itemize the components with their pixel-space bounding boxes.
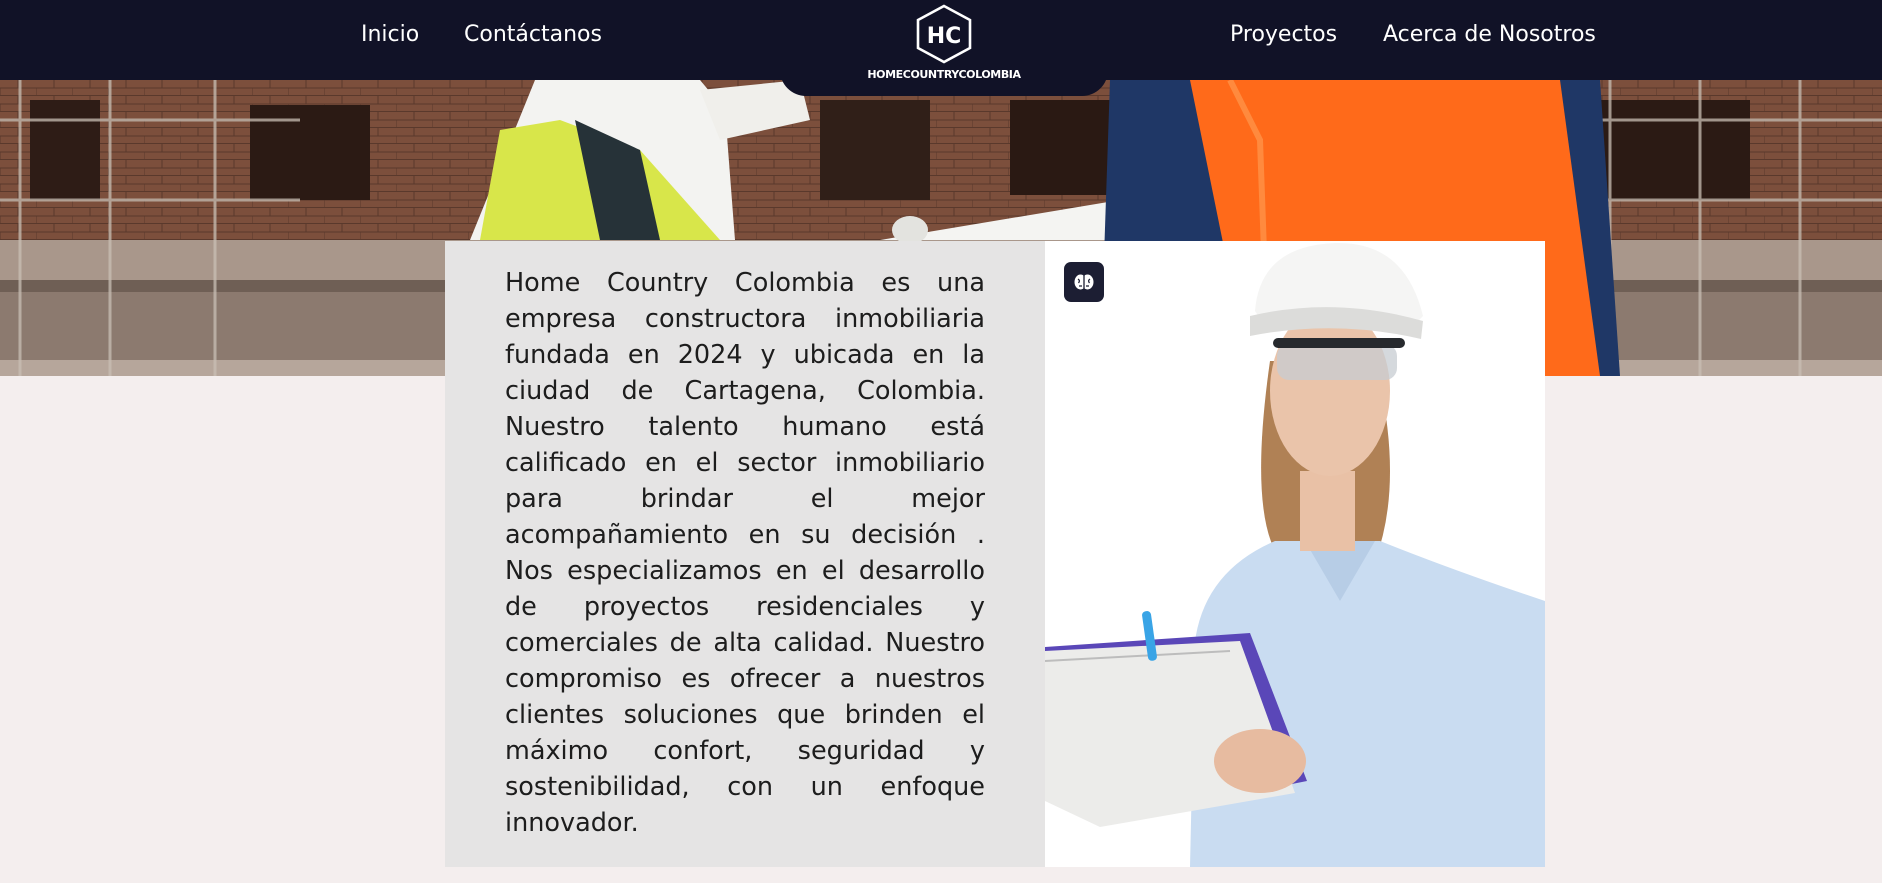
engineer-image-panel <box>1045 241 1545 867</box>
hexagon-logo-icon: HC <box>916 4 972 64</box>
nav-link-inicio[interactable]: Inicio <box>361 18 419 52</box>
logo-wordmark: HOMECOUNTRYCOLOMBIA <box>867 68 1021 81</box>
about-paragraph: Home Country Colombia es una empresa con… <box>505 268 985 838</box>
site-logo[interactable]: HC HOMECOUNTRYCOLOMBIA <box>866 2 1022 86</box>
logo-mark: HC <box>927 24 962 49</box>
nav-link-acerca-de-nosotros[interactable]: Acerca de Nosotros <box>1383 18 1596 52</box>
engineer-woman-image <box>1045 242 1545 867</box>
about-text-panel: Home Country Colombia es una empresa con… <box>445 241 1045 867</box>
brain-icon <box>1074 274 1094 290</box>
nav-link-proyectos[interactable]: Proyectos <box>1230 18 1337 52</box>
brain-button[interactable] <box>1064 262 1104 302</box>
nav-link-contactanos[interactable]: Contáctanos <box>464 18 602 52</box>
